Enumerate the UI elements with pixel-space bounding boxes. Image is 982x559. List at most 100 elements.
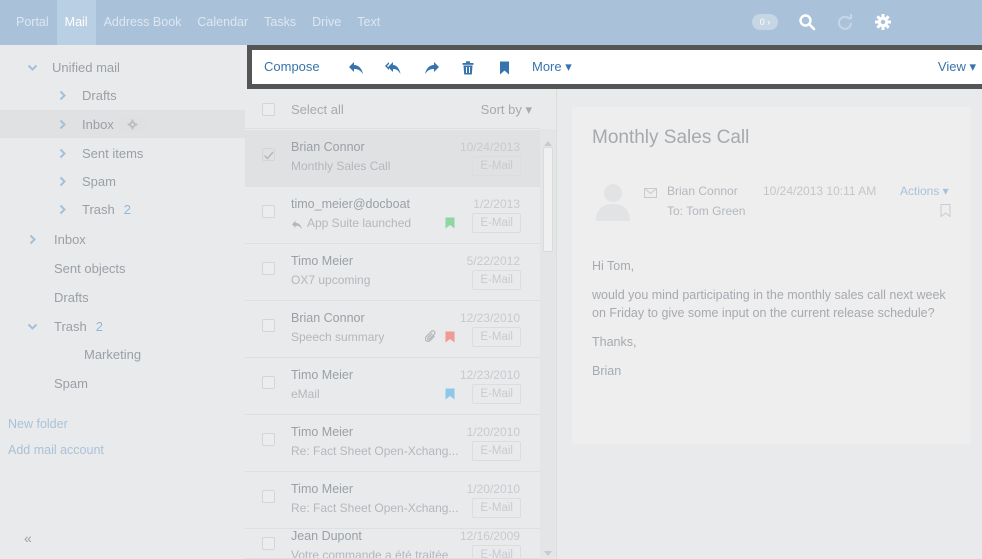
mail-sender: Timo Meier xyxy=(291,482,354,496)
mail-sender: Jean Dupont xyxy=(291,529,362,543)
new-folder-link[interactable]: New folder xyxy=(8,417,68,431)
row-checkbox[interactable] xyxy=(262,537,275,550)
mail-list: Select all Sort by ▾ Brian Connor Monthl… xyxy=(245,89,557,559)
top-icons: 0 › xyxy=(752,8,892,36)
mail-date: 1/20/2010 xyxy=(466,425,520,439)
chevron-right-icon[interactable] xyxy=(55,90,69,101)
body-paragraph: Thanks, xyxy=(592,335,637,349)
more-dropdown[interactable]: More ▾ xyxy=(532,59,572,75)
folder-label: Drafts xyxy=(54,289,89,305)
search-icon[interactable] xyxy=(798,13,816,31)
row-checkbox[interactable] xyxy=(262,205,275,218)
chevron-right-icon[interactable] xyxy=(55,148,69,159)
mail-row[interactable]: Brian Connor Speech summary 12/23/2010 E… xyxy=(245,301,540,358)
row-checkbox[interactable] xyxy=(262,433,275,446)
row-checkbox[interactable] xyxy=(262,262,275,275)
mail-row[interactable]: Timo Meier eMail 12/23/2010 E-Mail xyxy=(245,358,540,415)
mail-subject: Monthly Sales Call xyxy=(291,159,391,173)
mail-subject: Re: Fact Sheet Open-Xchang... xyxy=(291,501,459,515)
folder-label: Sent objects xyxy=(54,260,126,276)
forward-icon[interactable] xyxy=(424,60,440,76)
sender-name[interactable]: Brian Connor xyxy=(667,184,738,198)
nav-mail[interactable]: Mail xyxy=(56,0,96,45)
mail-row[interactable]: Jean Dupont Votre commande a été traitée… xyxy=(245,519,540,559)
folder-drafts-account[interactable]: Drafts xyxy=(0,283,89,311)
flag-bookmark-icon[interactable] xyxy=(496,60,512,76)
view-dropdown[interactable]: View ▾ xyxy=(938,59,976,75)
mail-row[interactable]: Timo Meier OX7 upcoming 5/22/2012 E-Mail xyxy=(245,244,540,301)
folder-unified-mail[interactable]: Unified mail xyxy=(0,53,120,81)
mail-detail-subject: Monthly Sales Call xyxy=(592,127,750,148)
chevron-down-icon[interactable] xyxy=(25,62,39,73)
chevron-down-icon[interactable] xyxy=(25,321,39,332)
folder-inbox-unified[interactable]: Inbox xyxy=(0,110,245,138)
mail-date: 12/23/2010 xyxy=(459,368,520,382)
scroll-down-arrow-icon[interactable] xyxy=(544,544,552,559)
mail-row[interactable]: Timo Meier Re: Fact Sheet Open-Xchang...… xyxy=(245,415,540,472)
folder-label: Spam xyxy=(82,173,116,189)
row-checkbox[interactable] xyxy=(262,319,275,332)
select-all-label[interactable]: Select all xyxy=(291,102,344,117)
chevron-right-icon[interactable] xyxy=(25,234,39,245)
chevron-right-icon[interactable] xyxy=(55,119,69,130)
folder-sent-objects[interactable]: Sent objects xyxy=(0,254,126,282)
mail-row[interactable]: Brian Connor Monthly Sales Call 10/24/20… xyxy=(245,130,540,187)
folder-spam-account[interactable]: Spam xyxy=(0,369,88,397)
nav-address-book[interactable]: Address Book xyxy=(96,0,190,45)
row-checkbox[interactable] xyxy=(262,376,275,389)
refresh-icon[interactable] xyxy=(836,13,854,31)
folder-tag: E-Mail xyxy=(472,498,521,518)
collapse-sidebar-button[interactable]: « xyxy=(24,530,32,546)
row-checkbox[interactable] xyxy=(262,490,275,503)
folder-label: Drafts xyxy=(82,87,117,103)
chevron-right-icon[interactable] xyxy=(55,204,69,215)
flag-outline-icon[interactable] xyxy=(940,204,951,220)
actions-dropdown[interactable]: Actions ▾ xyxy=(900,184,949,198)
folder-inbox[interactable]: Inbox xyxy=(0,225,86,253)
folder-marketing[interactable]: Marketing xyxy=(0,340,141,368)
folder-label: Trash xyxy=(82,201,115,217)
folder-options-gear-icon[interactable] xyxy=(119,115,146,133)
mail-date: 12/23/2010 xyxy=(459,311,520,325)
mail-datetime: 10/24/2013 10:11 AM xyxy=(763,184,877,198)
recipient-line: To: Tom Green xyxy=(667,204,746,218)
nav-calendar[interactable]: Calendar xyxy=(189,0,256,45)
folder-trash[interactable]: Trash 2 xyxy=(0,195,131,223)
select-all-checkbox[interactable] xyxy=(262,103,275,116)
compose-button[interactable]: Compose xyxy=(264,59,320,74)
mail-subject: OX7 upcoming xyxy=(291,273,371,287)
chevron-right-icon[interactable] xyxy=(55,176,69,187)
folder-drafts[interactable]: Drafts xyxy=(0,81,117,109)
mail-date: 12/16/2009 xyxy=(459,529,520,543)
delete-trash-icon[interactable] xyxy=(460,60,476,76)
folder-sent-items[interactable]: Sent items xyxy=(0,139,143,167)
scrollbar-thumb[interactable] xyxy=(543,147,553,252)
nav-text[interactable]: Text xyxy=(349,0,388,45)
folder-label: Sent items xyxy=(82,145,144,161)
notification-badge[interactable]: 0 › xyxy=(752,14,778,30)
mail-row[interactable]: timo_meier@docboat App Suite launched 1/… xyxy=(245,187,540,244)
folder-tag: E-Mail xyxy=(472,213,521,233)
folder-tag: E-Mail xyxy=(472,545,521,558)
reply-all-icon[interactable] xyxy=(385,60,401,76)
mail-body: Hi Tom, would you mind participating in … xyxy=(592,257,957,391)
mail-sender: Timo Meier xyxy=(291,368,354,382)
folder-spam[interactable]: Spam xyxy=(0,167,116,195)
attachment-paperclip-icon xyxy=(424,330,437,346)
add-mail-account-link[interactable]: Add mail account xyxy=(8,443,104,457)
body-paragraph: Brian xyxy=(592,364,622,378)
mail-sender: Timo Meier xyxy=(291,254,354,268)
folder-tag: E-Mail xyxy=(472,327,521,347)
sort-by-dropdown[interactable]: Sort by ▾ xyxy=(481,102,532,118)
settings-gear-icon[interactable] xyxy=(874,13,892,31)
mail-toolbar: Compose More ▾ View ▾ xyxy=(247,45,982,89)
unread-count: 2 xyxy=(123,201,131,217)
reply-icon[interactable] xyxy=(348,60,364,76)
nav-drive[interactable]: Drive xyxy=(304,0,349,45)
nav-portal[interactable]: Portal xyxy=(8,0,57,45)
nav-tasks[interactable]: Tasks xyxy=(256,0,304,45)
folder-trash-account[interactable]: Trash 2 xyxy=(0,312,103,340)
body-paragraph: would you mind participating in the mont… xyxy=(592,288,946,320)
row-checkbox-checked[interactable] xyxy=(262,148,275,161)
list-scrollbar[interactable] xyxy=(540,129,556,559)
